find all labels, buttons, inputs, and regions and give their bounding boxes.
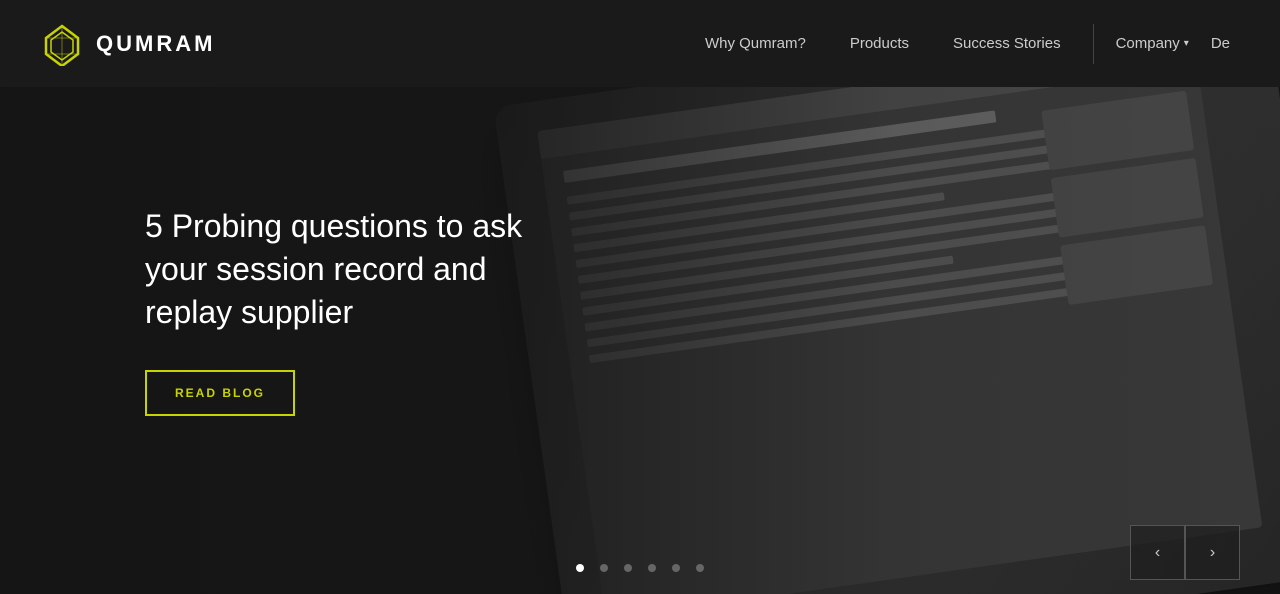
slider-dots (576, 564, 704, 572)
nav-company-label: Company (1116, 35, 1180, 52)
nav-company-dropdown[interactable]: Company ▾ (1104, 35, 1201, 52)
nav-link-products[interactable]: Products (828, 35, 931, 52)
hero-title: 5 Probing questions to ask your session … (145, 205, 575, 335)
hero-section: 5 Probing questions to ask your session … (0, 0, 1280, 594)
slider-dot-5[interactable] (672, 564, 680, 572)
nav-links: Why Qumram? Products Success Stories Com… (683, 24, 1240, 64)
slider-dot-2[interactable] (600, 564, 608, 572)
slider-prev-button[interactable]: ‹ (1130, 525, 1185, 580)
slider-dot-4[interactable] (648, 564, 656, 572)
slider-dot-6[interactable] (696, 564, 704, 572)
nav-link-why-qumram[interactable]: Why Qumram? (683, 35, 828, 52)
logo-text: QUMRAM (96, 31, 215, 57)
read-blog-button[interactable]: READ BLOG (145, 370, 295, 416)
navbar: QUMRAM Why Qumram? Products Success Stor… (0, 0, 1280, 87)
chevron-down-icon: ▾ (1184, 38, 1189, 49)
nav-language-toggle[interactable]: De (1201, 35, 1240, 52)
slider-dot-1[interactable] (576, 564, 584, 572)
slider-next-button[interactable]: › (1185, 525, 1240, 580)
logo-icon (40, 22, 84, 66)
nav-link-success-stories[interactable]: Success Stories (931, 35, 1083, 52)
hero-content: 5 Probing questions to ask your session … (0, 87, 600, 594)
slider-dot-3[interactable] (624, 564, 632, 572)
slider-arrows: ‹ › (1130, 525, 1240, 580)
nav-divider (1093, 24, 1094, 64)
logo-link[interactable]: QUMRAM (40, 22, 215, 66)
